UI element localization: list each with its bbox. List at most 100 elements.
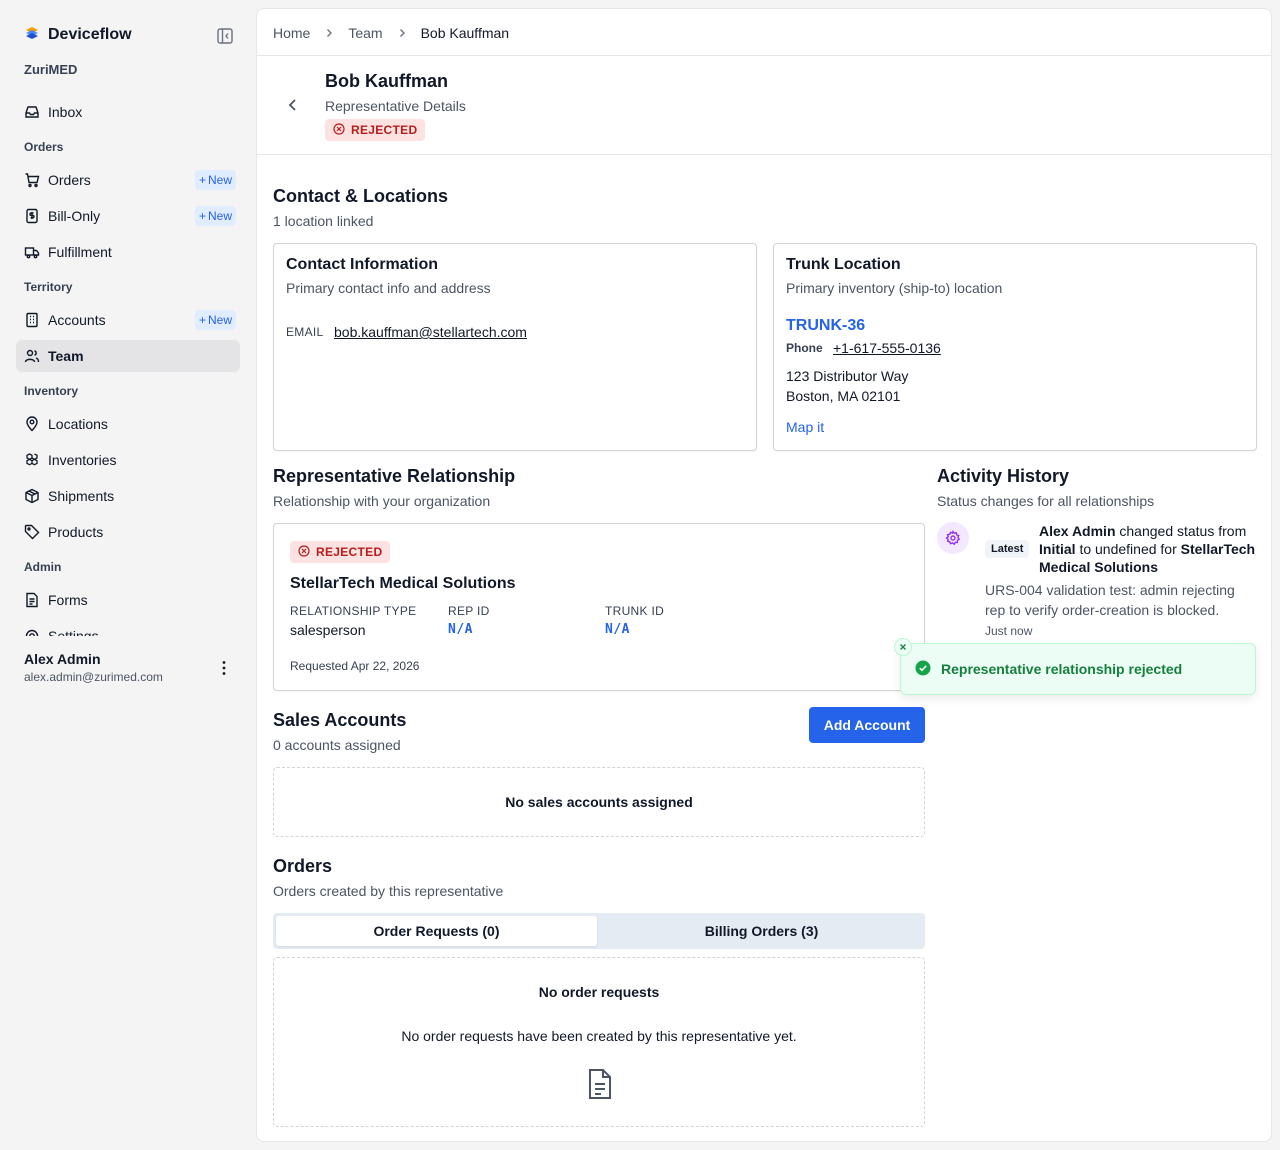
plus-icon: + — [198, 209, 206, 223]
sidebar-item-forms[interactable]: Forms — [16, 584, 240, 616]
section-title-contact: Contact & Locations — [273, 186, 449, 206]
sidebar-item-label: Team — [48, 348, 84, 364]
nav-section-territory: Territory — [24, 280, 73, 294]
boxes-icon — [24, 452, 40, 468]
building-icon — [24, 312, 40, 328]
nav-section-inventory: Inventory — [24, 384, 79, 398]
requested-date: Requested Apr 22, 2026 — [290, 659, 420, 673]
document-icon — [586, 1068, 614, 1103]
toast-close-icon[interactable] — [894, 638, 912, 656]
check-circle-icon — [915, 660, 931, 679]
card-title: Contact Information — [286, 256, 438, 273]
more-vertical-icon[interactable] — [214, 658, 234, 678]
rep-id-value: N/A — [448, 622, 473, 637]
sidebar-item-label: Inventories — [48, 452, 117, 468]
card-subtitle: Primary inventory (ship-to) location — [786, 280, 1003, 296]
section-title-orders: Orders — [273, 856, 333, 876]
add-account-button[interactable]: Add Account — [809, 707, 925, 743]
address-line-1: 123 Distributor Way — [786, 368, 909, 384]
tab-order-requests[interactable]: Order Requests (0) — [276, 916, 597, 946]
sidebar-item-team[interactable]: Team — [16, 340, 240, 372]
tag-icon — [24, 524, 40, 540]
sales-accounts-empty-state: No sales accounts assigned — [273, 767, 925, 837]
empty-title: No sales accounts assigned — [505, 794, 693, 810]
user-name: Alex Admin — [24, 651, 101, 667]
activity-text-2: to undefined for — [1075, 541, 1181, 557]
toast-message: Representative relationship rejected — [941, 661, 1183, 677]
new-order-button[interactable]: + New — [194, 170, 236, 190]
main-panel: Home Team Bob Kauffman Bob Kauffman Repr… — [256, 8, 1272, 1142]
sidebar-item-accounts[interactable]: Accounts + New — [16, 304, 240, 336]
activity-entry-text: Alex Admin changed status from Initial t… — [1039, 522, 1259, 576]
breadcrumb-home[interactable]: Home — [273, 25, 310, 41]
sidebar-item-inbox[interactable]: Inbox — [16, 96, 240, 128]
sidebar-item-locations[interactable]: Locations — [16, 408, 240, 440]
user-profile[interactable]: Alex Admin alex.admin@zurimed.com — [24, 651, 163, 684]
sidebar-item-orders[interactable]: Orders + New — [16, 164, 240, 196]
email-link[interactable]: bob.kauffman@stellartech.com — [334, 324, 527, 340]
trunk-location-card: Trunk Location Primary inventory (ship-t… — [773, 243, 1257, 451]
package-icon — [24, 488, 40, 504]
sidebar-item-label: Orders — [48, 172, 91, 188]
section-title-activity: Activity History — [937, 466, 1070, 486]
relationship-org-name: StellarTech Medical Solutions — [290, 575, 516, 592]
success-toast: Representative relationship rejected — [900, 643, 1256, 695]
back-chevron-icon[interactable] — [285, 97, 301, 113]
orders-empty-state: No order requests No order requests have… — [273, 957, 925, 1127]
status-badge: REJECTED — [325, 119, 426, 141]
trunk-code-link[interactable]: TRUNK-36 — [786, 317, 865, 335]
x-circle-icon — [333, 122, 345, 138]
activity-time: Just now — [985, 624, 1033, 638]
section-title-relationship: Representative Relationship — [273, 466, 516, 486]
phone-link[interactable]: +1-617-555-0136 — [833, 340, 941, 356]
sidebar-toggle-icon[interactable] — [216, 27, 234, 45]
tab-billing-orders[interactable]: Billing Orders (3) — [601, 916, 922, 946]
new-label: New — [207, 313, 232, 327]
sidebar-item-label: Locations — [48, 416, 108, 432]
divider — [257, 154, 1271, 155]
chevron-right-icon — [324, 25, 334, 41]
relationship-type-value: salesperson — [290, 622, 366, 638]
nav-section-orders: Orders — [24, 140, 64, 154]
relationship-status-badge: REJECTED — [290, 541, 391, 563]
sidebar-item-inventories[interactable]: Inventories — [16, 444, 240, 476]
card-subtitle: Primary contact info and address — [286, 280, 491, 296]
sidebar-item-settings[interactable]: Settings — [16, 620, 240, 636]
org-name: ZuriMED — [24, 62, 78, 77]
sidebar-item-products[interactable]: Products — [16, 516, 240, 548]
phone-label: Phone — [786, 341, 823, 355]
new-bill-only-button[interactable]: + New — [194, 206, 236, 226]
sidebar-item-shipments[interactable]: Shipments — [16, 480, 240, 512]
page-title: Bob Kauffman — [325, 71, 448, 91]
nav-section-admin: Admin — [24, 560, 62, 574]
brand[interactable]: Deviceflow — [24, 25, 132, 44]
divider — [257, 55, 1271, 56]
status-label: REJECTED — [351, 123, 418, 137]
gear-icon — [24, 628, 40, 636]
sidebar-item-label: Inbox — [48, 104, 83, 120]
deviceflow-logo-icon — [24, 25, 40, 44]
map-it-link[interactable]: Map it — [786, 419, 824, 435]
sidebar-item-label: Shipments — [48, 488, 115, 504]
map-pin-icon — [24, 416, 40, 432]
sidebar: Deviceflow ZuriMED Inbox Orders Orders +… — [0, 0, 256, 1150]
activity-from-status: Initial — [1039, 541, 1076, 557]
orders-tabs: Order Requests (0) Billing Orders (3) — [273, 913, 925, 949]
sidebar-item-label: Accounts — [48, 312, 106, 328]
relationship-type-label: RELATIONSHIP TYPE — [290, 604, 417, 618]
latest-badge: Latest — [985, 540, 1030, 558]
breadcrumb-team[interactable]: Team — [348, 25, 382, 41]
sidebar-item-fulfillment[interactable]: Fulfillment — [16, 236, 240, 268]
file-text-icon — [24, 592, 40, 608]
breadcrumb: Home Team Bob Kauffman — [273, 25, 509, 41]
section-subtitle-sales-accounts: 0 accounts assigned — [273, 737, 401, 753]
empty-text: No order requests have been created by t… — [401, 1028, 797, 1044]
inbox-icon — [24, 104, 40, 120]
chevron-right-icon — [397, 25, 407, 41]
new-label: New — [207, 209, 232, 223]
truck-icon — [24, 244, 40, 260]
activity-note: URS-004 validation test: admin rejecting… — [985, 582, 1235, 618]
sidebar-item-bill-only[interactable]: Bill-Only + New — [16, 200, 240, 232]
new-account-button[interactable]: + New — [194, 310, 236, 330]
users-icon — [24, 348, 40, 364]
